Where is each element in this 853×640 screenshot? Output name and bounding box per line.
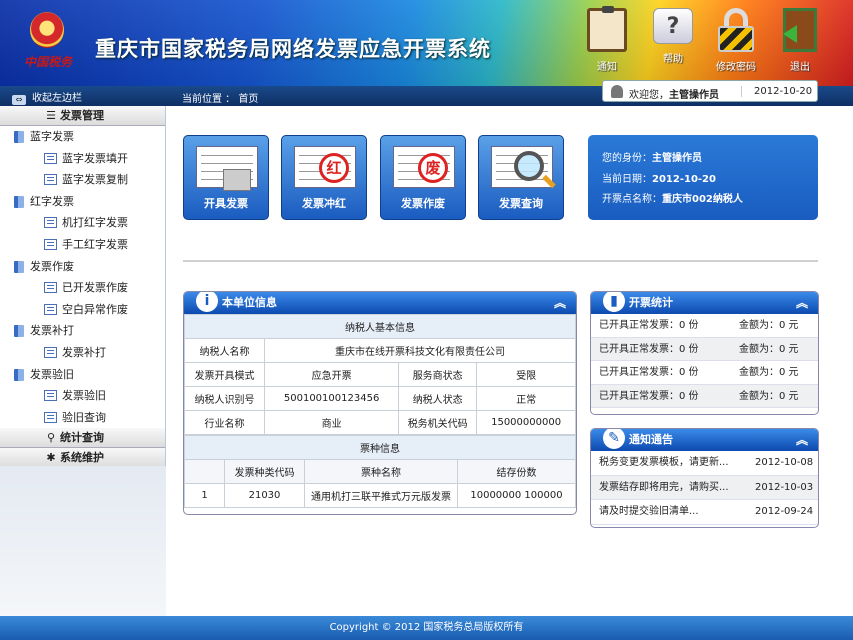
document-icon [44, 152, 57, 164]
document-icon [44, 238, 57, 250]
sidebar-item-void-issued[interactable]: 已开发票作废 [0, 277, 165, 299]
main-content: 开具发票 红 发票冲红 废 发票作废 发票查询 您的身份：主管操作员 当前日期：… [167, 106, 853, 616]
red-stamp-icon: 红 [294, 146, 356, 188]
sidebar-item-void-blank[interactable]: 空白异常作废 [0, 299, 165, 321]
app-title: 重庆市国家税务局网络发票应急开票系统 [95, 37, 491, 61]
document-icon [44, 303, 57, 315]
table-row: 1 21030 通用机打三联平推式万元版发票 10000000 100000 [184, 483, 576, 508]
panel-header: i 本单位信息 ︽ [184, 292, 576, 314]
document-icon [44, 174, 57, 186]
document-icon [44, 390, 57, 402]
book-icon [14, 325, 24, 338]
collapse-panel-icon[interactable]: ︽ [554, 292, 566, 314]
issue-invoice-button[interactable]: 开具发票 [183, 135, 269, 220]
taxpayer-id: 500100100123456 [263, 386, 400, 411]
search-icon: ⚲ [46, 431, 56, 445]
lock-icon [716, 8, 756, 52]
billing-point: 重庆市002纳税人 [662, 194, 743, 205]
list-icon: ☰ [46, 109, 56, 122]
exit-door-icon [783, 8, 817, 52]
document-icon [44, 282, 57, 294]
book-icon [14, 131, 24, 143]
welcome-box: 欢迎您，主管操作员 2012-10-20 [602, 80, 818, 102]
billing-stats-panel: ▮ 开票统计 ︽ 已开具正常发票：0 份金额为：0 元 已开具正常发票：0 份金额为… [590, 291, 819, 415]
divider [183, 260, 818, 262]
help-button[interactable]: ? 帮助 [644, 8, 702, 76]
query-invoice-button[interactable]: 发票查询 [478, 135, 564, 220]
clipboard-icon [587, 6, 627, 52]
current-date: 2012-10-20 [741, 86, 812, 97]
user-avatar-icon [611, 85, 623, 98]
panel-header: ✎ 通知通告 ︽ [591, 429, 818, 451]
void-invoice-button[interactable]: 废 发票作废 [380, 135, 466, 220]
sidebar: ☰ 发票管理 蓝字发票 蓝字发票填开 蓝字发票复制 红字发票 机打红字发票 手工红… [0, 106, 166, 616]
sidebar-group-reprint[interactable]: 发票补打 [0, 320, 165, 342]
logo-text: 中国税务 [24, 55, 73, 69]
sidebar-item-machine-red-invoice[interactable]: 机打红字发票 [0, 212, 165, 234]
sidebar-item-blue-invoice-copy[interactable]: 蓝字发票复制 [0, 169, 165, 191]
ticket-info-table: 票种信息 发票种类代码 票种名称 结存份数 1 21030 通用机打三联平推式万元版发票… [184, 435, 576, 508]
section-stats-query[interactable]: ⚲ 统计查询 [0, 428, 165, 449]
sidebar-item-manual-red-invoice[interactable]: 手工红字发票 [0, 234, 165, 256]
sidebar-group-void-invoice[interactable]: 发票作废 [0, 256, 165, 278]
sidebar-item-verify-query[interactable]: 验旧查询 [0, 407, 165, 429]
stats-row: 已开具正常发票：0 份金额为：0 元 [591, 314, 818, 338]
notice-item[interactable]: 税务变更发票模板，请更新... 2012-10-08 [591, 451, 818, 476]
stats-row: 已开具正常发票：0 份金额为：0 元 [591, 337, 818, 361]
table-section-header: 票种信息 [184, 435, 576, 460]
invoice-printer-icon [196, 146, 258, 191]
notice-item[interactable]: 请及时提交验旧清单... 2012-09-24 [591, 500, 818, 525]
magnifier-icon [491, 146, 553, 188]
footer-copyright: Copyright © 2012 国家税务总局版权所有 [0, 616, 853, 640]
stats-row: 已开具正常发票：0 份金额为：0 元 [591, 361, 818, 385]
breadcrumb: 当前位置 ： 首页 [182, 94, 259, 105]
collapse-arrow-icon: ⇔ [12, 95, 26, 105]
book-icon [14, 260, 24, 273]
document-icon [44, 411, 57, 423]
sidebar-item-blue-invoice-fill[interactable]: 蓝字发票填开 [0, 148, 165, 170]
section-invoice-management[interactable]: ☰ 发票管理 [0, 106, 165, 126]
taxpayer-name: 重庆市在线开票科技文化有限责任公司 [264, 338, 576, 363]
user-role: 主管操作员 [652, 153, 702, 164]
book-icon [14, 195, 24, 208]
document-icon [44, 346, 57, 358]
help-icon: ? [653, 8, 693, 44]
sidebar-item-verify-old[interactable]: 发票验旧 [0, 385, 165, 407]
bar-chart-icon: ▮ [603, 292, 625, 312]
exit-button[interactable]: 退出 [771, 8, 829, 76]
tax-emblem-logo [30, 12, 64, 48]
notepad-icon: ✎ [603, 429, 625, 449]
info-icon: i [196, 292, 218, 312]
document-icon [44, 217, 57, 229]
sidebar-filler [0, 466, 166, 616]
change-password-button[interactable]: 修改密码 [707, 8, 765, 76]
sidebar-item-reprint[interactable]: 发票补打 [0, 342, 165, 364]
notices-panel: ✎ 通知通告 ︽ 税务变更发票模板，请更新... 2012-10-08 发票结存即将用… [590, 428, 819, 528]
current-date-info: 2012-10-20 [652, 173, 716, 185]
sidebar-group-blue-invoice[interactable]: 蓝字发票 [0, 126, 165, 148]
table-section-header: 纳税人基本信息 [184, 314, 576, 339]
notice-item[interactable]: 发票结存即将用完，请购买... 2012-10-03 [591, 475, 818, 500]
collapse-panel-icon[interactable]: ︽ [796, 292, 808, 314]
book-icon [14, 368, 24, 381]
sidebar-group-red-invoice[interactable]: 红字发票 [0, 191, 165, 213]
unit-info-table: 纳税人基本信息 纳税人名称 重庆市在线开票科技文化有限责任公司 发票开具模式 应急开… [184, 314, 576, 435]
app-header: 中国税务 重庆市国家税务局网络发票应急开票系统 通知 ? 帮助 修改密码 退出 [0, 0, 853, 86]
collapse-panel-icon[interactable]: ︽ [796, 429, 808, 451]
red-invoice-button[interactable]: 红 发票冲红 [281, 135, 367, 220]
sidebar-group-verify-old[interactable]: 发票验旧 [0, 364, 165, 386]
panel-header: ▮ 开票统计 ︽ [591, 292, 818, 314]
user-info-card: 您的身份：主管操作员 当前日期：2012-10-20 开票点名称：重庆市002纳… [588, 135, 818, 220]
stats-row: 已开具正常发票：0 份金额为：0 元 [591, 384, 818, 408]
collapse-sidebar-button[interactable]: ⇔ 收起左边栏 [12, 89, 82, 105]
void-stamp-icon: 废 [393, 146, 455, 188]
current-user: 主管操作员 [669, 90, 719, 101]
notice-button[interactable]: 通知 [578, 6, 636, 76]
unit-info-panel: i 本单位信息 ︽ 纳税人基本信息 纳税人名称 重庆市在线开票科技文化有限责任公司 发… [183, 291, 577, 515]
